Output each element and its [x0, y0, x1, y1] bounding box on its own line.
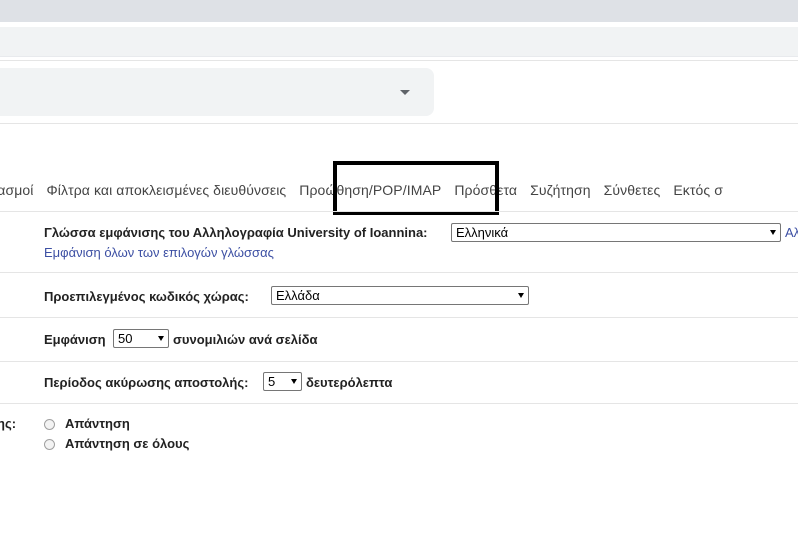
divider	[0, 317, 798, 318]
country-select[interactable]: Ελλάδα	[271, 286, 529, 305]
divider	[0, 123, 798, 124]
search-mail-box[interactable]	[0, 68, 434, 116]
chevron-down-icon	[518, 293, 524, 298]
undo-send-value: 5	[268, 374, 276, 389]
language-truncated-link[interactable]: Αλ	[785, 225, 798, 240]
search-options-caret-icon[interactable]	[400, 90, 410, 95]
country-select-value: Ελλάδα	[276, 288, 320, 303]
tab-chat[interactable]: Συζήτηση	[530, 182, 591, 198]
country-label: Προεπιλεγμένος κωδικός χώρας:	[44, 289, 249, 304]
chevron-down-icon	[158, 336, 164, 341]
chevron-down-icon	[291, 379, 297, 384]
divider	[0, 272, 798, 273]
reply-all-option-label: Απάντηση σε όλους	[65, 436, 190, 451]
reply-radio[interactable]	[44, 419, 55, 430]
divider	[0, 211, 798, 212]
page-size-suffix: συνομιλιών ανά σελίδα	[173, 332, 318, 347]
show-all-languages-link[interactable]: Εμφάνιση όλων των επιλογών γλώσσας	[44, 245, 274, 260]
browser-address-bar[interactable]	[0, 27, 798, 57]
tab-forwarding-pop-imap[interactable]: Προώθηση/POP/IMAP	[299, 182, 441, 198]
language-select[interactable]: Ελληνικά	[451, 223, 781, 242]
divider	[0, 60, 798, 61]
browser-tab-strip	[0, 0, 798, 22]
page-size-select[interactable]: 50	[113, 329, 169, 348]
reply-all-radio[interactable]	[44, 439, 55, 450]
tab-addons[interactable]: Πρόσθετα	[454, 182, 517, 198]
undo-send-label: Περίοδος ακύρωσης αποστολής:	[44, 375, 249, 390]
reply-option-label: Απάντηση	[65, 416, 130, 431]
tab-general[interactable]: ριασμοί	[0, 182, 33, 198]
divider	[0, 361, 798, 362]
tab-advanced[interactable]: Σύνθετες	[604, 182, 661, 198]
tab-offline[interactable]: Εκτός σ	[673, 182, 723, 198]
undo-send-select[interactable]: 5	[263, 372, 302, 391]
chevron-down-icon	[770, 230, 776, 235]
settings-tabs: ριασμοί Φίλτρα και αποκλεισμένες διευθύνσ…	[0, 182, 736, 198]
page-size-value: 50	[118, 331, 133, 346]
language-select-value: Ελληνικά	[456, 225, 509, 240]
language-label: Γλώσσα εμφάνισης του Αλληλογραφία Univer…	[44, 225, 428, 240]
page-size-prefix: Εμφάνιση	[44, 332, 106, 347]
undo-send-suffix: δευτερόλεπτα	[306, 375, 393, 390]
tab-filters[interactable]: Φίλτρα και αποκλεισμένες διευθύνσεις	[46, 182, 286, 198]
reply-behavior-label: ης:	[0, 416, 17, 431]
divider	[0, 403, 798, 404]
